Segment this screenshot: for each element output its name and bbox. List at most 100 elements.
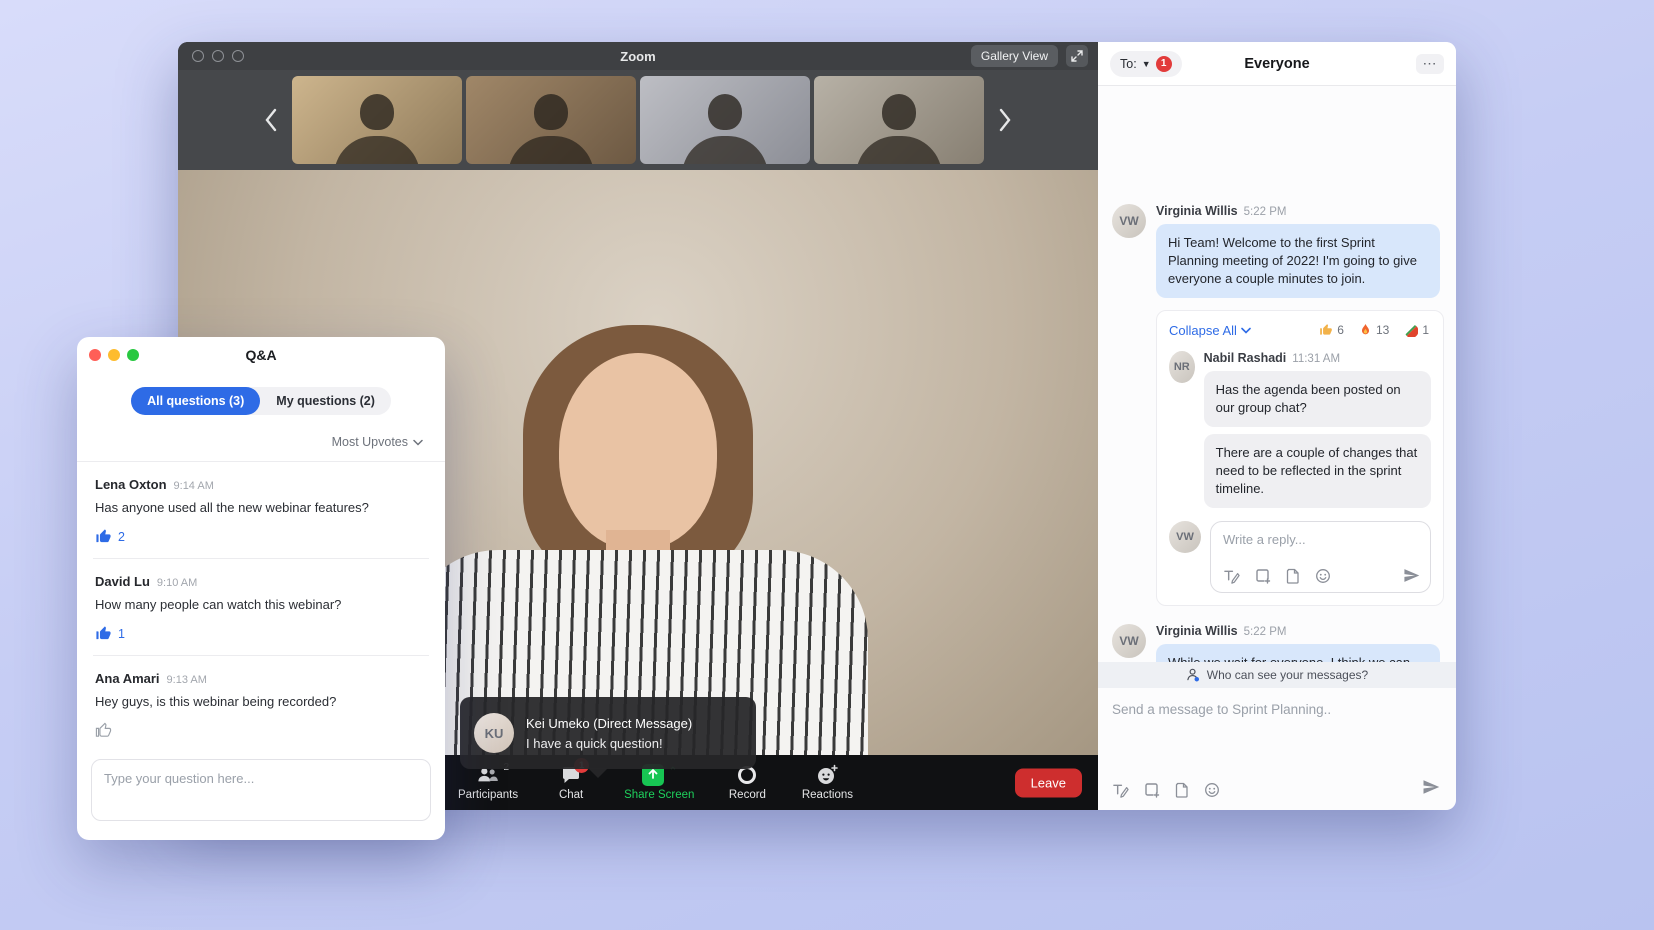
chat-message: VW Virginia Willis 5:22 PM While we wait …: [1112, 624, 1444, 663]
qa-title: Q&A: [245, 347, 276, 363]
share-screen-button[interactable]: ⌃ Share Screen: [624, 764, 694, 801]
thumbs-up-icon: [1319, 323, 1333, 337]
chevron-down-icon: ▼: [1142, 59, 1151, 69]
sort-label: Most Upvotes: [332, 435, 408, 449]
toast-sender: Kei Umeko (Direct Message): [526, 716, 692, 731]
participant-video-tile[interactable]: [466, 76, 636, 164]
message-bubble: While we wait for everyone, I think we c…: [1156, 644, 1440, 663]
who-can-see-label: Who can see your messages?: [1207, 668, 1368, 682]
emoji-icon[interactable]: [1315, 568, 1331, 584]
chat-label: Chat: [559, 789, 583, 801]
reactions-button[interactable]: Reactions: [800, 764, 854, 801]
message-time: 11:31 AM: [1292, 353, 1340, 365]
tab-my-questions[interactable]: My questions (2): [260, 387, 391, 415]
question-text: Hey guys, is this webinar being recorded…: [95, 694, 427, 709]
minimize-window-button[interactable]: [108, 349, 120, 361]
who-can-see-banner[interactable]: Who can see your messages?: [1098, 662, 1456, 688]
gallery-view-button[interactable]: Gallery View: [971, 45, 1058, 67]
more-options-icon[interactable]: ⋯: [1416, 54, 1444, 74]
question-author: David Lu: [95, 574, 150, 589]
avatar: VW: [1112, 204, 1146, 238]
upvote-button[interactable]: 1: [95, 625, 427, 642]
close-window-button[interactable]: [89, 349, 101, 361]
file-icon[interactable]: [1175, 782, 1189, 798]
reaction-thumbs-up[interactable]: 6: [1319, 323, 1344, 337]
participant-silhouette: [708, 94, 742, 130]
record-label: Record: [729, 789, 766, 801]
send-message-icon[interactable]: [1422, 778, 1440, 796]
avatar: VW: [1169, 521, 1201, 553]
chat-notification-toast[interactable]: KU Kei Umeko (Direct Message) I have a q…: [460, 697, 756, 769]
question-time: 9:13 AM: [167, 674, 207, 686]
thumbs-up-icon: [95, 528, 112, 545]
tab-all-questions[interactable]: All questions (3): [131, 387, 260, 415]
question-author: Lena Oxton: [95, 477, 167, 492]
qa-tabs: All questions (3) My questions (2): [77, 387, 445, 415]
chat-composer: [1098, 688, 1456, 810]
maximize-window-button[interactable]: [127, 349, 139, 361]
chevron-down-icon: [413, 439, 423, 446]
qa-question: David Lu9:10 AM How many people can watc…: [93, 559, 429, 656]
qa-window: Q&A All questions (3) My questions (2) M…: [77, 337, 445, 840]
message-thread: Collapse All 6 13: [1156, 310, 1444, 606]
avatar: VW: [1112, 624, 1146, 658]
watermelon-icon: [1404, 324, 1418, 337]
desktop-background: Zoom Gallery View: [0, 0, 1654, 930]
toast-message: I have a quick question!: [526, 736, 692, 751]
qa-titlebar: Q&A: [77, 337, 445, 373]
file-icon[interactable]: [1286, 568, 1300, 584]
reaction-watermelon[interactable]: 1: [1404, 323, 1429, 337]
chat-message-list: VW Virginia Willis5:22 PM Hi Team! Welco…: [1098, 86, 1456, 662]
message-bubble: There are a couple of changes that need …: [1204, 434, 1431, 508]
recipient-unread-badge: 1: [1156, 56, 1172, 72]
thread-reply-composer: VW: [1169, 521, 1431, 593]
message-author: Nabil Rashadi: [1204, 351, 1287, 365]
emoji-icon[interactable]: [1204, 782, 1220, 798]
format-text-icon[interactable]: [1223, 568, 1240, 584]
collapse-all-link[interactable]: Collapse All: [1169, 323, 1251, 338]
thumbs-up-icon: [95, 722, 112, 739]
filmstrip-prev-icon[interactable]: [258, 102, 284, 138]
question-text: Has anyone used all the new webinar feat…: [95, 500, 427, 515]
reply-input[interactable]: [1223, 532, 1418, 556]
upvote-count: 1: [118, 627, 125, 641]
participant-filmstrip: [178, 70, 1098, 170]
window-titlebar: Zoom Gallery View: [178, 42, 1098, 70]
question-text: How many people can watch this webinar?: [95, 597, 427, 612]
qa-question: Lena Oxton9:14 AM Has anyone used all th…: [93, 462, 429, 559]
participant-silhouette: [882, 94, 916, 130]
participant-video-tile[interactable]: [640, 76, 810, 164]
participants-button[interactable]: 2 Participants: [458, 764, 518, 801]
screenshot-icon[interactable]: [1144, 782, 1160, 798]
fullscreen-icon[interactable]: [1066, 45, 1088, 67]
chat-message: VW Virginia Willis5:22 PM Hi Team! Welco…: [1112, 204, 1444, 298]
thread-reply-message: NR Nabil Rashadi11:31 AM Has the agenda …: [1169, 351, 1431, 508]
filmstrip-next-icon[interactable]: [992, 102, 1018, 138]
reaction-fire[interactable]: 13: [1359, 323, 1389, 337]
format-text-icon[interactable]: [1112, 782, 1129, 798]
thumbs-up-icon: [95, 625, 112, 642]
message-time: 5:22 PM: [1244, 206, 1287, 218]
upvote-button[interactable]: 2: [95, 528, 427, 545]
chevron-down-icon: [1241, 327, 1251, 334]
qa-question-list: Lena Oxton9:14 AM Has anyone used all th…: [77, 461, 445, 753]
participant-video-tile[interactable]: [814, 76, 984, 164]
screenshot-icon[interactable]: [1255, 568, 1271, 584]
upvote-button[interactable]: [95, 722, 427, 739]
sort-dropdown[interactable]: Most Upvotes: [77, 415, 445, 461]
reaction-list: 6 13 1: [1319, 323, 1431, 337]
chat-message-input[interactable]: [1112, 702, 1442, 782]
window-controls: [89, 349, 139, 361]
question-input[interactable]: [91, 759, 431, 821]
participant-silhouette: [360, 94, 394, 130]
message-time: 5:22 PM: [1244, 626, 1287, 638]
reactions-icon: [816, 764, 838, 786]
leave-button[interactable]: Leave: [1015, 768, 1082, 797]
chat-header: To: ▼ 1 Everyone ⋯: [1098, 42, 1456, 86]
send-reply-icon[interactable]: [1403, 567, 1420, 584]
to-label: To:: [1120, 57, 1137, 71]
message-author: Virginia Willis: [1156, 624, 1238, 638]
record-button[interactable]: Record: [720, 764, 774, 801]
participant-video-tile[interactable]: [292, 76, 462, 164]
chat-recipient-selector[interactable]: To: ▼ 1: [1110, 51, 1182, 77]
